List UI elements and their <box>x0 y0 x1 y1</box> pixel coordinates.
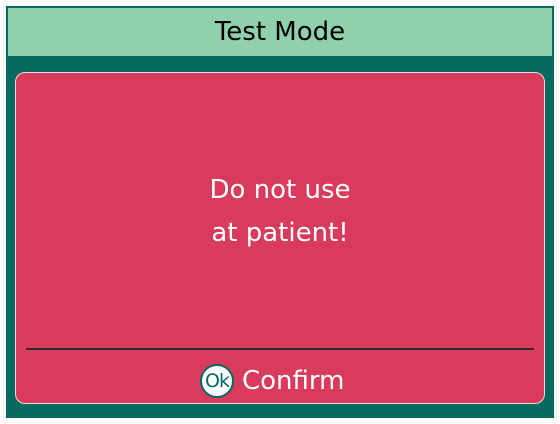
screen-title: Test Mode <box>214 17 346 47</box>
screen-frame: Test Mode Do not use at patient! Ok Conf… <box>6 6 554 418</box>
warning-message-line-2: at patient! <box>211 218 349 248</box>
ok-icon[interactable]: Ok <box>200 364 234 398</box>
title-bar: Test Mode <box>8 8 552 56</box>
confirm-button[interactable]: Ok Confirm <box>200 362 370 400</box>
dialog-divider <box>26 348 534 350</box>
device-screen: Test Mode Do not use at patient! Ok Conf… <box>0 0 560 424</box>
warning-message: Do not use at patient! <box>16 169 544 255</box>
confirm-label: Confirm <box>242 366 345 396</box>
warning-message-line-1: Do not use <box>209 175 351 205</box>
warning-dialog: Do not use at patient! Ok Confirm <box>15 72 545 404</box>
